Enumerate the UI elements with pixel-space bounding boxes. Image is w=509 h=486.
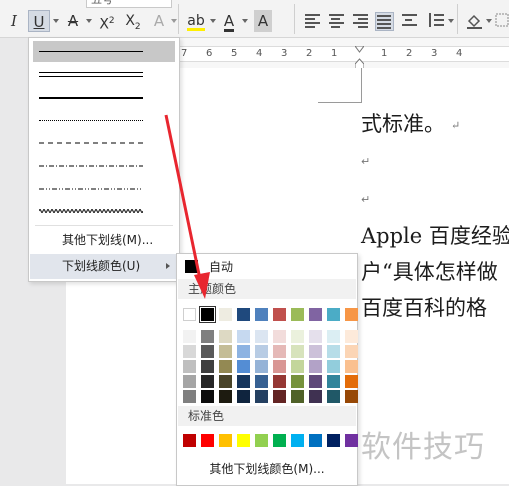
- annotation-arrow-icon: [164, 114, 210, 299]
